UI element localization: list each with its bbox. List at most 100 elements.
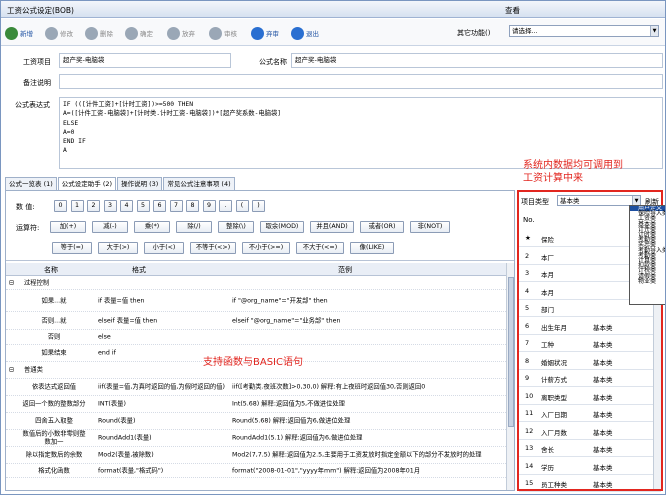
table-row[interactable]: 依表达式返回值 iif(表量=值,为真时返回的值,为假时返回的值) iif([考勤类… (6, 379, 514, 396)
operator-button[interactable]: 或者(OR) (360, 221, 404, 233)
row-type: 基本类 (593, 358, 613, 367)
operator-button[interactable]: 不等于(<>) (190, 242, 236, 254)
table-row[interactable]: ⊟ 过程控制 (6, 277, 514, 290)
unaudit-button[interactable]: 弃审 (251, 25, 279, 41)
window-title: 工资公式设定(BOB) (7, 6, 74, 15)
col-no: No. (523, 216, 535, 224)
row-name: 除以指定数后的余数 (25, 451, 83, 459)
number-button[interactable]: 3 (103, 200, 117, 212)
audit-icon (209, 26, 222, 40)
number-button[interactable]: 8 (186, 200, 199, 212)
operator-button[interactable]: 整除(\) (218, 221, 254, 233)
row-example: if "@org_name"="开发部" then (232, 296, 328, 304)
table-row[interactable]: 四舍五入取整 Round(表量) Round(5.68) 解释:返回值为6,做进位处… (6, 413, 514, 430)
view-menu[interactable]: 查看 (505, 5, 520, 16)
row-name: 如果...就 (41, 296, 67, 304)
number-button[interactable]: 2 (87, 200, 100, 212)
number-button[interactable]: 0 (54, 200, 67, 212)
row-name: 格式化函数 (38, 466, 70, 474)
scroll-thumb[interactable] (508, 277, 514, 427)
row-name: 过程控制 (24, 279, 50, 287)
operator-button[interactable]: 大于(>) (98, 242, 138, 254)
delete-button[interactable]: 删除 (85, 25, 113, 41)
row-name: 如果结束 (41, 349, 67, 357)
list-item[interactable]: 6 出生年月 基本类 (519, 317, 661, 335)
unaudit-icon (251, 26, 264, 40)
operator-button[interactable]: 减(-) (92, 221, 128, 233)
row-name: 本月 (541, 288, 554, 297)
row-name: 依表达式返回值 (31, 383, 77, 391)
confirm-button-label: 确定 (140, 30, 153, 38)
function-table-header: 名称 格式 范例 (6, 263, 514, 276)
formula-name-input[interactable]: 超产奖-电脑袋 (291, 53, 663, 68)
list-item[interactable]: 15 员工种类 基本类 (519, 474, 661, 492)
other-functions-select[interactable]: 请选择... ▼ (509, 25, 659, 37)
number-button[interactable]: ( (235, 200, 249, 212)
operator-button[interactable]: 并且(AND) (310, 221, 354, 233)
number-button[interactable]: 5 (136, 200, 150, 212)
delete-button-label: 删除 (100, 30, 113, 38)
list-item[interactable]: 11 入厂日期 基本类 (519, 404, 661, 422)
list-item[interactable]: 9 计薪方式 基本类 (519, 369, 661, 387)
row-name: 数值后的小数非零则整数加一 (22, 430, 86, 446)
table-row[interactable]: 返回一个数的整数部分 INT(表量) Int(5.68) 解释:返回值为5,不做进位… (6, 396, 514, 413)
operator-button[interactable]: 像(LIKE) (350, 242, 394, 254)
table-row[interactable]: 格式化函数 format(表量,"格式码") format("2008-01-01"… (6, 464, 514, 478)
exit-button[interactable]: 退出 (291, 25, 319, 41)
tab-0[interactable]: 公式一览表 (1) (5, 177, 57, 190)
table-row[interactable]: 除以指定数后的余数 Mod2(表量,被除数) Mod2(7,7.5) 解释:返回值为… (6, 447, 514, 464)
list-item[interactable]: 13 舍长 基本类 (519, 439, 661, 457)
abandon-button[interactable]: 放弃 (167, 25, 195, 41)
table-row[interactable]: 否则 else (6, 330, 514, 345)
operator-button[interactable]: 加(+) (50, 221, 86, 233)
tab-1[interactable]: 公式设定助手 (2) (57, 177, 117, 190)
table-row[interactable]: 如果...就 if 表量=值 then if "@org_name"="开发部" t… (6, 290, 514, 312)
collapse-icon[interactable]: ⊟ (9, 366, 14, 374)
operator-button[interactable]: 非(NOT) (410, 221, 450, 233)
operator-button[interactable]: 乘(*) (134, 221, 170, 233)
number-button[interactable]: 9 (202, 200, 216, 212)
chevron-down-icon[interactable]: ▼ (632, 196, 640, 205)
number-button[interactable]: ) (252, 200, 265, 212)
add-button[interactable]: 新增 (5, 25, 33, 41)
row-example: elseif "@org_name"="业务部" then (232, 316, 341, 324)
audit-button[interactable]: 审核 (209, 25, 237, 41)
number-button[interactable]: 7 (169, 200, 183, 212)
tab-3[interactable]: 常见公式注意事项 (4) (163, 177, 235, 190)
number-button[interactable]: 6 (153, 200, 166, 212)
chevron-down-icon[interactable]: ▼ (650, 26, 658, 36)
operator-button[interactable]: 除(/) (176, 221, 212, 233)
tab-2[interactable]: 操作说明 (3) (117, 177, 163, 190)
formula-name-label: 公式名称 (259, 58, 287, 66)
collapse-icon[interactable]: ⊟ (9, 279, 14, 287)
salary-item-input[interactable]: 超产奖-电脑袋 (59, 53, 231, 68)
function-table-scrollbar[interactable] (506, 263, 514, 490)
number-button[interactable]: 1 (70, 200, 84, 212)
operator-button[interactable]: 等于(=) (52, 242, 92, 254)
row-format: else (98, 333, 111, 341)
type-dropdown-list[interactable]: 用户定义 保险导入类 工资类 基本类 计件类 计时类 考勤类 奖惩类 考勤导入类 考勤类 计算类 扣款… (629, 205, 665, 305)
operator-button[interactable]: 取余(MOD) (260, 221, 304, 233)
list-item[interactable]: 7 工种 基本类 (519, 334, 661, 352)
list-item[interactable]: 8 婚姻状况 基本类 (519, 352, 661, 370)
button-panel: 数 值: 运算符: 0 1 2 3 4 5 6 7 8 9.() 加(+) 减(-) 乘(*) 除(/) 整… (6, 191, 514, 261)
operators-label: 运算符: (16, 224, 40, 232)
row-example: iif([考勤类.夜班次数]>0,30,0) 解释:有上夜班时返回值30,否则返… (232, 383, 426, 391)
list-item[interactable]: 12 入厂月数 基本类 (519, 422, 661, 440)
table-row[interactable]: 否则...就 elseif 表量=值 then elseif "@org_name"… (6, 312, 514, 330)
operator-button[interactable]: 不大于(<=) (296, 242, 344, 254)
remark-input[interactable] (59, 74, 663, 89)
number-button[interactable]: . (219, 200, 232, 212)
row-no: 10 (525, 391, 534, 400)
operator-button[interactable]: 小于(<) (144, 242, 184, 254)
edit-button[interactable]: 修改 (45, 25, 73, 41)
list-item[interactable]: 10 离职类型 基本类 (519, 387, 661, 405)
confirm-button[interactable]: 确定 (125, 25, 153, 41)
dropdown-option[interactable]: 物业类 (638, 278, 665, 284)
list-item[interactable]: 14 学历 基本类 (519, 457, 661, 475)
number-button[interactable]: 4 (120, 200, 133, 212)
row-name: 舍长 (541, 446, 554, 454)
annotation-basic: 支持函数与BASIC语句 (203, 357, 303, 368)
operator-button[interactable]: 不小于(>=) (242, 242, 290, 254)
table-row[interactable]: 数值后的小数非零则整数加一 RoundAdd1(表量) RoundAdd1(5.1)… (6, 430, 514, 447)
